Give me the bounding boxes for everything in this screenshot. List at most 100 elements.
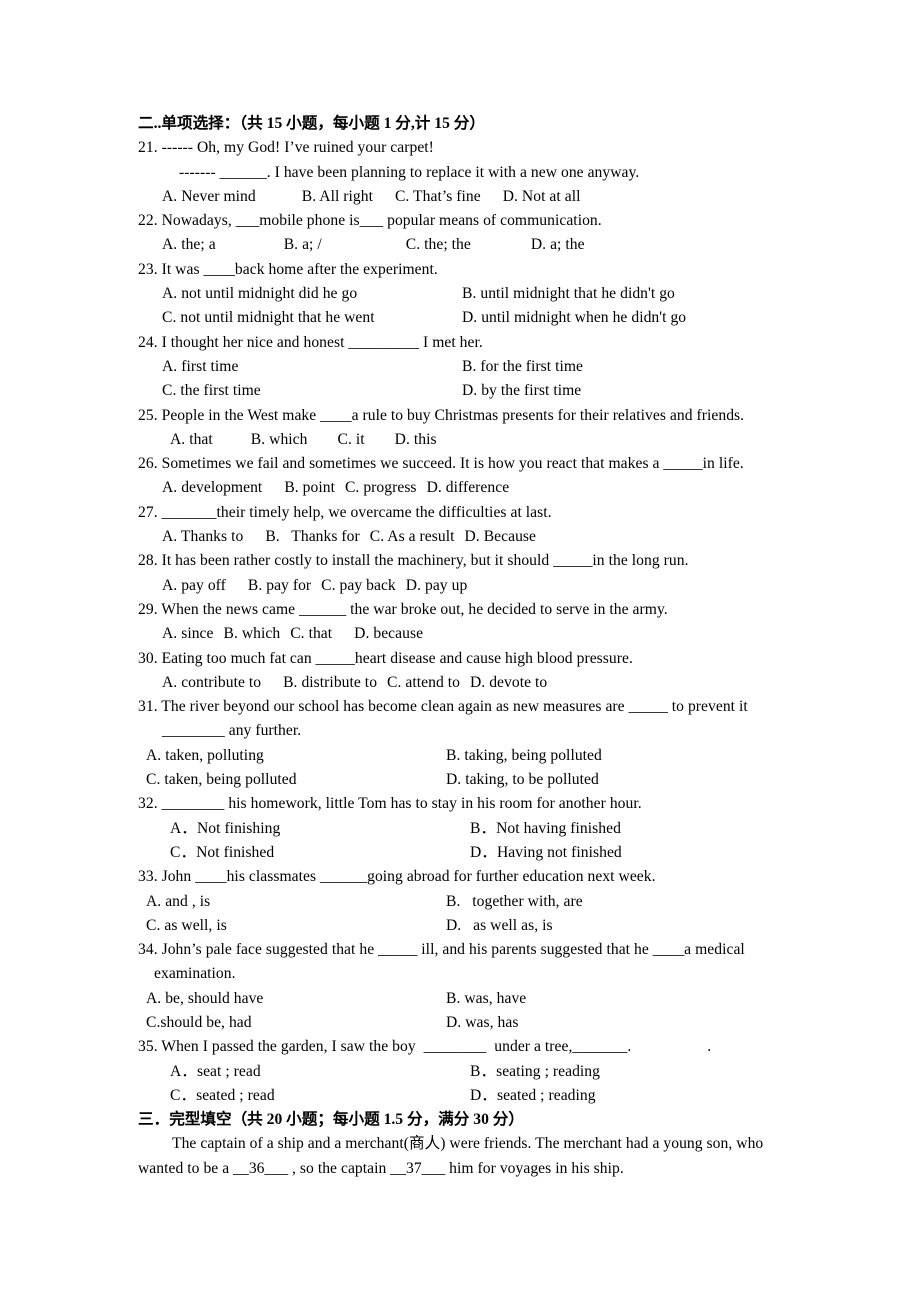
option-a: A．Not finishing bbox=[170, 819, 281, 837]
option-d: D. Not at all bbox=[502, 187, 581, 205]
option-d: D. this bbox=[394, 430, 437, 448]
option-b: B. taking, being polluted bbox=[446, 746, 602, 764]
question-35-stem-text: 35. When I passed the garden, I saw the … bbox=[138, 1038, 632, 1056]
question-35-stem-line-1: 35. When I passed the garden, I saw the … bbox=[138, 1035, 830, 1059]
option-d: D. was, has bbox=[446, 1013, 519, 1031]
cloze-passage-line-2: wanted to be a __36___ , so the captain … bbox=[138, 1159, 624, 1177]
question-27-stem-line-1: 27. _______their timely help, we overcam… bbox=[138, 503, 552, 521]
option-c: C. pay back bbox=[321, 576, 396, 594]
question-29-stem-line-1: 29. When the news came ______ the war br… bbox=[138, 600, 668, 618]
option-c: C．Not finished bbox=[170, 843, 275, 861]
question-30-stem-line-1: 30. Eating too much fat can _____heart d… bbox=[138, 649, 633, 667]
option-a: A. contribute to bbox=[162, 673, 262, 691]
option-c: C. That’s fine bbox=[394, 187, 481, 205]
option-b: B. together with, are bbox=[446, 892, 583, 910]
question-31-options-row-2: C. taken, being polluted D. taking, to be… bbox=[138, 768, 830, 792]
option-c: C. the first time bbox=[162, 382, 261, 400]
option-d: D. a; the bbox=[530, 236, 585, 254]
option-a: A. that bbox=[170, 430, 213, 448]
section-3-heading: 三．完型填空（共 20 小题；每小题 1.5 分，满分 30 分） bbox=[138, 1111, 524, 1129]
question-29-options-row-1: A. since B. which C. that D. because bbox=[138, 622, 830, 646]
option-b: B. Thanks for bbox=[265, 528, 360, 546]
option-b: B. was, have bbox=[446, 989, 527, 1007]
option-a: A. pay off bbox=[162, 576, 226, 594]
question-30-options-row-1: A. contribute to B. distribute to C. atten… bbox=[138, 671, 830, 695]
question-35-trailing-mark: . bbox=[707, 1038, 712, 1056]
option-c: C. attend to bbox=[387, 673, 460, 691]
option-a: A. and , is bbox=[146, 892, 211, 910]
option-d: D. pay up bbox=[405, 576, 468, 594]
option-c: C. that bbox=[290, 625, 333, 643]
question-24-options-row-1: A. first time B. for the first time bbox=[138, 355, 830, 379]
option-a: A. not until midnight did he go bbox=[162, 285, 358, 303]
question-33-options-row-1: A. and , is B. together with, are bbox=[138, 890, 830, 914]
option-d: D. by the first time bbox=[462, 382, 582, 400]
option-c: C. progress bbox=[344, 479, 417, 497]
option-d: D. taking, to be polluted bbox=[446, 771, 599, 789]
question-21-stem-line-2: ------- ______. I have been planning to … bbox=[179, 163, 640, 181]
option-a: A. taken, polluting bbox=[146, 746, 264, 764]
question-33-stem-line-1: 33. John ____his classmates ______going … bbox=[138, 868, 656, 886]
option-b: B．seating ; reading bbox=[470, 1062, 601, 1080]
option-d: D. devote to bbox=[469, 673, 548, 691]
question-28-stem-line-1: 28. It has been rather costly to install… bbox=[138, 552, 689, 570]
question-35-options-row-1: A．seat ; read B．seating ; reading bbox=[138, 1060, 830, 1084]
question-27-options-row-1: A. Thanks to B. Thanks for C. As a result D… bbox=[138, 525, 830, 549]
question-34-stem-line-1: 34. John’s pale face suggested that he _… bbox=[138, 941, 745, 959]
question-31-stem-line-1: 31. The river beyond our school has beco… bbox=[138, 698, 748, 716]
option-a: A. Never mind bbox=[162, 187, 256, 205]
question-26-options-row-1: A. development B. point C. progress D. diff… bbox=[138, 476, 830, 500]
question-25-stem-line-1: 25. People in the West make ____a rule t… bbox=[138, 406, 745, 424]
option-b: B. which bbox=[250, 430, 308, 448]
question-23-stem-line-1: 23. It was ____back home after the exper… bbox=[138, 260, 438, 278]
option-b: B. until midnight that he didn't go bbox=[462, 285, 675, 303]
option-c: C. the; the bbox=[405, 236, 471, 254]
option-d: D．seated ; reading bbox=[470, 1086, 596, 1104]
section-2-heading: 二..单项选择：（共 15 小题，每小题 1 分,计 15 分） bbox=[138, 115, 485, 132]
option-c: C. As a result bbox=[369, 528, 455, 546]
option-b: B. distribute to bbox=[283, 673, 378, 691]
question-33-options-row-2: C. as well, is D. as well as, is bbox=[138, 914, 830, 938]
question-32-stem-line-1: 32. ________ his homework, little Tom ha… bbox=[138, 795, 642, 813]
question-23-options-row-2: C. not until midnight that he went D. unt… bbox=[138, 306, 830, 330]
question-34-stem-line-2: examination. bbox=[154, 965, 236, 983]
option-b: B. for the first time bbox=[462, 357, 584, 375]
option-d: D. as well as, is bbox=[446, 916, 553, 934]
question-23-options-row-1: A. not until midnight did he go B. until … bbox=[138, 282, 830, 306]
question-32-options-row-2: C．Not finished D．Having not finished bbox=[138, 841, 830, 865]
question-31-stem-line-2: ________ any further. bbox=[162, 722, 302, 740]
option-a: A. development bbox=[162, 479, 263, 497]
option-b: B．Not having finished bbox=[470, 819, 621, 837]
option-a: A. since bbox=[162, 625, 214, 643]
question-34-options-row-2: C.should be, had D. was, has bbox=[138, 1011, 830, 1035]
question-21-stem-line-1: 21. ------ Oh, my God! I’ve ruined your … bbox=[138, 139, 434, 157]
question-24-stem-line-1: 24. I thought her nice and honest ______… bbox=[138, 333, 483, 351]
option-b: B. point bbox=[284, 479, 335, 497]
question-24-options-row-2: C. the first time D. by the first time bbox=[138, 379, 830, 403]
question-25-options-row-1: A. that B. which C. it D. this bbox=[138, 428, 830, 452]
option-d: D．Having not finished bbox=[470, 843, 622, 861]
question-22-stem-line-1: 22. Nowadays, ___mobile phone is___ popu… bbox=[138, 212, 602, 230]
option-c: C．seated ; read bbox=[170, 1086, 275, 1104]
option-a: A. be, should have bbox=[146, 989, 264, 1007]
exam-page: 二..单项选择：（共 15 小题，每小题 1 分,计 15 分） 21. ---… bbox=[0, 0, 920, 1302]
option-a: A. Thanks to bbox=[162, 528, 244, 546]
option-c: C. taken, being polluted bbox=[146, 771, 297, 789]
question-26-stem-line-1: 26. Sometimes we fail and sometimes we s… bbox=[138, 455, 744, 473]
question-34-options-row-1: A. be, should have B. was, have bbox=[138, 987, 830, 1011]
option-c: C. it bbox=[337, 430, 365, 448]
option-a: A．seat ; read bbox=[170, 1062, 261, 1080]
question-21-options-row-1: A. Never mind B. All right C. That’s fine D… bbox=[138, 185, 830, 209]
question-31-options-row-1: A. taken, polluting B. taking, being poll… bbox=[138, 744, 830, 768]
option-b: B. a; / bbox=[283, 236, 322, 254]
cloze-passage-line-1: The captain of a ship and a merchant(商人)… bbox=[172, 1135, 764, 1153]
option-d: D. difference bbox=[426, 479, 510, 497]
option-d: D. because bbox=[354, 625, 424, 643]
option-a: A. the; a bbox=[162, 236, 216, 254]
option-a: A. first time bbox=[162, 357, 239, 375]
option-c: C. not until midnight that he went bbox=[162, 309, 375, 327]
question-28-options-row-1: A. pay off B. pay for C. pay back D. pay up bbox=[138, 574, 830, 598]
question-22-options-row-1: A. the; a B. a; / C. the; the D. a; the bbox=[138, 233, 830, 257]
option-c: C. as well, is bbox=[146, 916, 227, 934]
option-c: C.should be, had bbox=[146, 1013, 252, 1031]
